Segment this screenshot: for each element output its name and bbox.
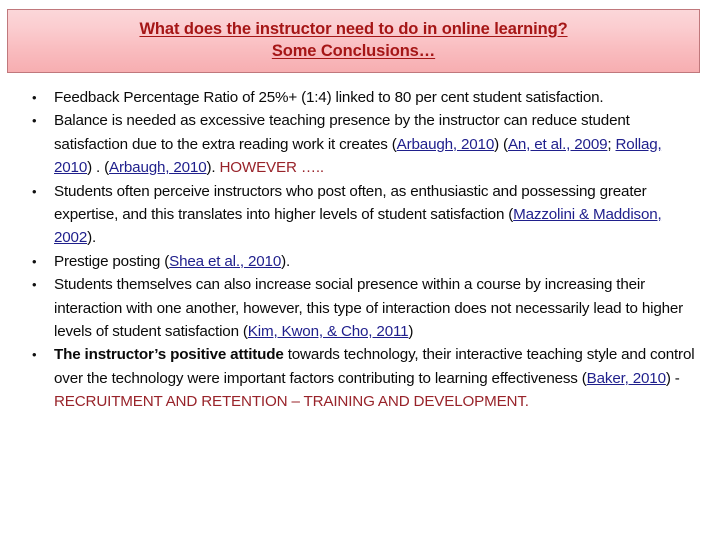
citation-link[interactable]: An, et al., 2009 xyxy=(508,136,608,153)
bullet-text: Feedback Percentage Ratio of 25%+ (1:4) … xyxy=(54,89,604,106)
bullet-prestige-posting: Prestige posting (Shea et al., 2010). xyxy=(0,250,720,274)
bullet-text: ) xyxy=(408,323,414,341)
slide-title-line-1: What does the instructor need to do in o… xyxy=(139,19,568,38)
bullet-text: ) - xyxy=(665,369,680,387)
bullet-feedback-ratio: Feedback Percentage Ratio of 25%+ (1:4) … xyxy=(0,86,720,110)
emphasis-text: HOWEVER ….. xyxy=(219,159,324,177)
bullet-lead-text: The instructor’s positive attitude xyxy=(54,346,284,364)
bullet-text: ) ( xyxy=(494,135,508,153)
bullet-text: ). xyxy=(281,252,291,270)
slide-canvas: What does the instructor need to do in o… xyxy=(0,0,720,540)
emphasis-text: RECRUITMENT AND RETENTION – TRAINING AND… xyxy=(54,393,529,411)
citation-link[interactable]: Arbaugh, 2010 xyxy=(109,159,207,176)
bullet-text: ). xyxy=(206,159,220,177)
bullet-list: Feedback Percentage Ratio of 25%+ (1:4) … xyxy=(0,86,720,414)
bullet-instructor-attitude: The instructor’s positive attitude towar… xyxy=(0,343,720,413)
bullet-text: Prestige posting ( xyxy=(54,252,170,270)
slide-body: Feedback Percentage Ratio of 25%+ (1:4) … xyxy=(0,86,720,414)
citation-link[interactable]: Baker, 2010 xyxy=(587,370,666,387)
citation-link[interactable]: Arbaugh, 2010 xyxy=(397,136,495,153)
bullet-text: ; xyxy=(607,135,616,153)
slide-title-banner: What does the instructor need to do in o… xyxy=(7,9,700,73)
bullet-text: ) . ( xyxy=(87,159,110,177)
slide-title-line-2: Some Conclusions… xyxy=(271,42,436,60)
bullet-balance: Balance is needed as excessive teaching … xyxy=(0,109,720,179)
citation-link[interactable]: Shea et al., 2010 xyxy=(169,253,281,270)
bullet-social-presence: Students themselves can also increase so… xyxy=(0,273,720,343)
bullet-text: ). xyxy=(87,229,97,247)
citation-link[interactable]: Kim, Kwon, & Cho, 2011 xyxy=(248,323,409,340)
bullet-perceive-instructors: Students often perceive instructors who … xyxy=(0,180,720,250)
